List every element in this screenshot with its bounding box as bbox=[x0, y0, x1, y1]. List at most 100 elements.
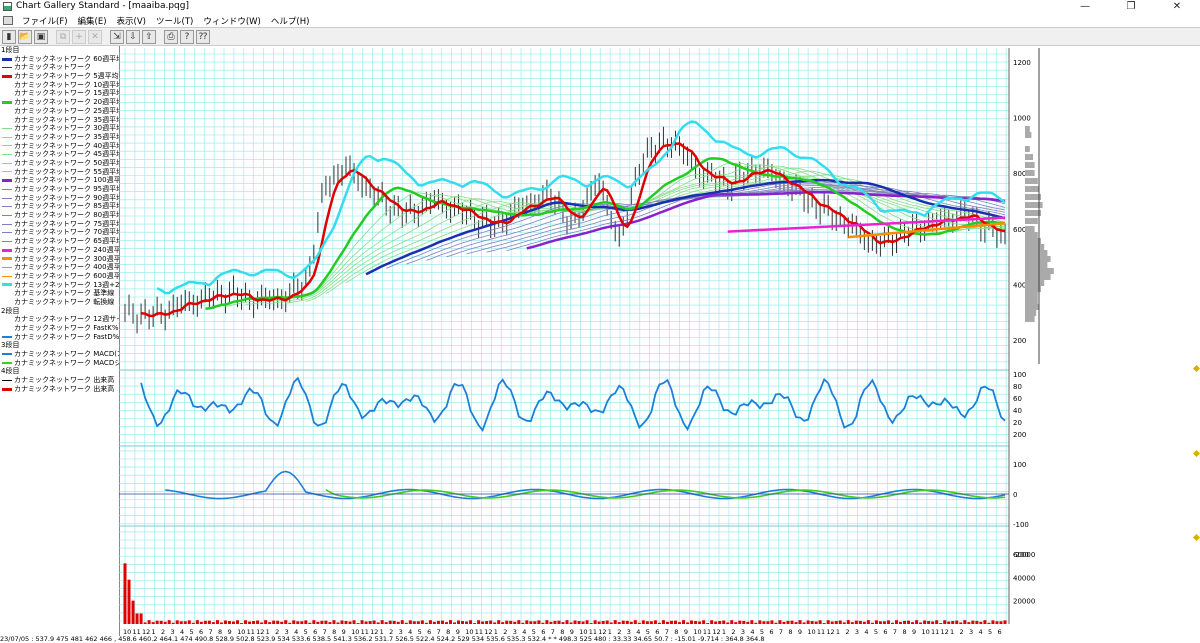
title-bar: Chart Gallery Standard - [maaiba.pqg] — … bbox=[0, 0, 1200, 14]
legend-item[interactable]: カナミックネットワーク 95週平均 bbox=[0, 185, 119, 194]
close-button[interactable]: ✕ bbox=[1154, 0, 1200, 14]
date-label: 3 bbox=[285, 628, 289, 636]
date-label: 3 bbox=[969, 628, 973, 636]
volume-bar bbox=[223, 620, 227, 624]
menu-view[interactable]: 表示(V) bbox=[112, 15, 151, 27]
date-label: 1 bbox=[266, 628, 270, 636]
menu-file[interactable]: ファイル(F) bbox=[17, 15, 73, 27]
tool-a-button[interactable]: ⇲ bbox=[110, 29, 124, 44]
volume-bar bbox=[376, 622, 380, 624]
legend-item[interactable]: カナミックネットワーク FastK% bbox=[0, 324, 119, 333]
volume-bar bbox=[501, 622, 505, 624]
volume-bar bbox=[408, 620, 412, 624]
volume-bar bbox=[722, 620, 726, 624]
legend-item[interactable]: カナミックネットワーク 5週平均 bbox=[0, 72, 119, 81]
date-label: 1 bbox=[608, 628, 612, 636]
volume-bar bbox=[252, 621, 256, 624]
volume-bar bbox=[448, 620, 452, 624]
legend-item[interactable]: カナミックネットワーク 35週平均 bbox=[0, 116, 119, 125]
legend-item[interactable]: カナミックネットワーク 15週平均 bbox=[0, 89, 119, 98]
legend-item[interactable]: カナミックネットワーク bbox=[0, 63, 119, 72]
volume-bar bbox=[605, 620, 609, 624]
legend-item[interactable]: カナミックネットワーク 300週平均 bbox=[0, 255, 119, 264]
legend-item[interactable]: カナミックネットワーク 50週平均 bbox=[0, 159, 119, 168]
copy-button[interactable]: ⧉ bbox=[56, 29, 70, 44]
print-button[interactable]: ⎙ bbox=[164, 29, 178, 44]
open-button[interactable]: 📂 bbox=[18, 29, 32, 44]
volume-bar bbox=[493, 622, 497, 624]
legend-item[interactable]: カナミックネットワーク 出来高 bbox=[0, 385, 119, 394]
delete-button[interactable]: ✕ bbox=[88, 29, 102, 44]
maximize-button[interactable]: ❐ bbox=[1108, 0, 1154, 14]
volume-bar bbox=[296, 621, 300, 624]
volume-bar bbox=[392, 620, 396, 624]
volume-tick-label: 20000 bbox=[1013, 598, 1035, 606]
volume-bar bbox=[718, 621, 722, 624]
tool-c-button[interactable]: ⇧ bbox=[142, 29, 156, 44]
legend-item[interactable]: カナミックネットワーク 45週平均 bbox=[0, 150, 119, 159]
minimize-button[interactable]: — bbox=[1062, 0, 1108, 14]
price-tick-label: 600 bbox=[1013, 226, 1026, 234]
legend-item[interactable]: カナミックネットワーク 出来高 bbox=[0, 376, 119, 385]
volume-bar bbox=[770, 620, 774, 624]
legend-item[interactable]: カナミックネットワーク 40週平均 bbox=[0, 142, 119, 151]
legend-item[interactable]: カナミックネットワーク 60週平均 bbox=[0, 55, 119, 64]
menu-help[interactable]: ヘルプ(H) bbox=[266, 15, 315, 27]
date-label: 8 bbox=[788, 628, 792, 636]
volume-bar bbox=[151, 622, 155, 624]
tool-b-button[interactable]: ⇩ bbox=[126, 29, 140, 44]
legend-item[interactable]: カナミックネットワーク 13週+2σ bbox=[0, 281, 119, 290]
volume-bar bbox=[557, 620, 561, 624]
date-label: 12 bbox=[370, 628, 378, 636]
chart-area[interactable]: 12001000800600400200100806040202001000-1… bbox=[119, 46, 1200, 636]
menu-bar: ファイル(F) 編集(E) 表示(V) ツール(T) ウィンドウ(W) ヘルプ(… bbox=[0, 14, 1200, 27]
volume-bar bbox=[248, 621, 252, 624]
volume-bar bbox=[521, 622, 525, 624]
legend-item[interactable]: カナミックネットワーク 55週平均 bbox=[0, 168, 119, 177]
legend-item[interactable]: カナミックネットワーク 400週平均 bbox=[0, 263, 119, 272]
legend-item[interactable]: カナミックネットワーク MACD(10 bbox=[0, 350, 119, 359]
volume-bar bbox=[834, 621, 838, 624]
volume-bar bbox=[428, 620, 432, 624]
legend-label: カナミックネットワーク FastK% bbox=[14, 324, 119, 332]
context-help-button[interactable]: ⁇ bbox=[196, 29, 210, 44]
document-icon[interactable] bbox=[3, 16, 13, 25]
legend-item[interactable]: カナミックネットワーク 転換線 bbox=[0, 298, 119, 307]
date-label: 2 bbox=[845, 628, 849, 636]
volume-bar bbox=[911, 622, 915, 624]
legend-item[interactable]: カナミックネットワーク 70週平均 bbox=[0, 228, 119, 237]
menu-tools[interactable]: ツール(T) bbox=[151, 15, 198, 27]
legend-item[interactable]: カナミックネットワーク 35週平均 bbox=[0, 133, 119, 142]
volume-profile-bar bbox=[1025, 170, 1035, 176]
date-label: 7 bbox=[779, 628, 783, 636]
save-button[interactable]: ▣ bbox=[34, 29, 48, 44]
new-chart-button[interactable]: ▮ bbox=[2, 29, 16, 44]
legend-swatch bbox=[2, 57, 12, 61]
volume-bar bbox=[167, 620, 171, 624]
add-button[interactable]: + bbox=[72, 29, 86, 44]
volume-bar bbox=[356, 623, 360, 624]
legend-item[interactable]: カナミックネットワーク 12週サイコロ bbox=[0, 315, 119, 324]
legend-item[interactable]: カナミックネットワーク 240週平均 bbox=[0, 246, 119, 255]
legend-item[interactable]: カナミックネットワーク 600週平均 bbox=[0, 272, 119, 281]
volume-bar bbox=[444, 622, 448, 624]
legend-item[interactable]: カナミックネットワーク 100週平均 bbox=[0, 176, 119, 185]
legend-item[interactable]: カナミックネットワーク 85週平均 bbox=[0, 202, 119, 211]
menu-window[interactable]: ウィンドウ(W) bbox=[198, 15, 266, 27]
legend-item[interactable]: カナミックネットワーク 25週平均 bbox=[0, 107, 119, 116]
app-icon bbox=[3, 2, 12, 11]
legend-item[interactable]: カナミックネットワーク 80週平均 bbox=[0, 211, 119, 220]
volume-bar bbox=[870, 622, 874, 624]
help-button[interactable]: ? bbox=[180, 29, 194, 44]
volume-bar bbox=[304, 620, 308, 624]
legend-item[interactable]: カナミックネットワーク 65週平均 bbox=[0, 237, 119, 246]
volume-bar bbox=[509, 620, 513, 624]
price-tick-label: 400 bbox=[1013, 281, 1026, 289]
legend-item[interactable]: カナミックネットワーク 基準線 bbox=[0, 289, 119, 298]
volume-bar bbox=[991, 620, 995, 624]
volume-bar bbox=[268, 622, 272, 624]
legend-item[interactable]: カナミックネットワーク 20週平均 bbox=[0, 98, 119, 107]
date-label: 4 bbox=[294, 628, 298, 636]
menu-edit[interactable]: 編集(E) bbox=[73, 15, 112, 27]
legend-item[interactable]: カナミックネットワーク 30週平均 bbox=[0, 124, 119, 133]
